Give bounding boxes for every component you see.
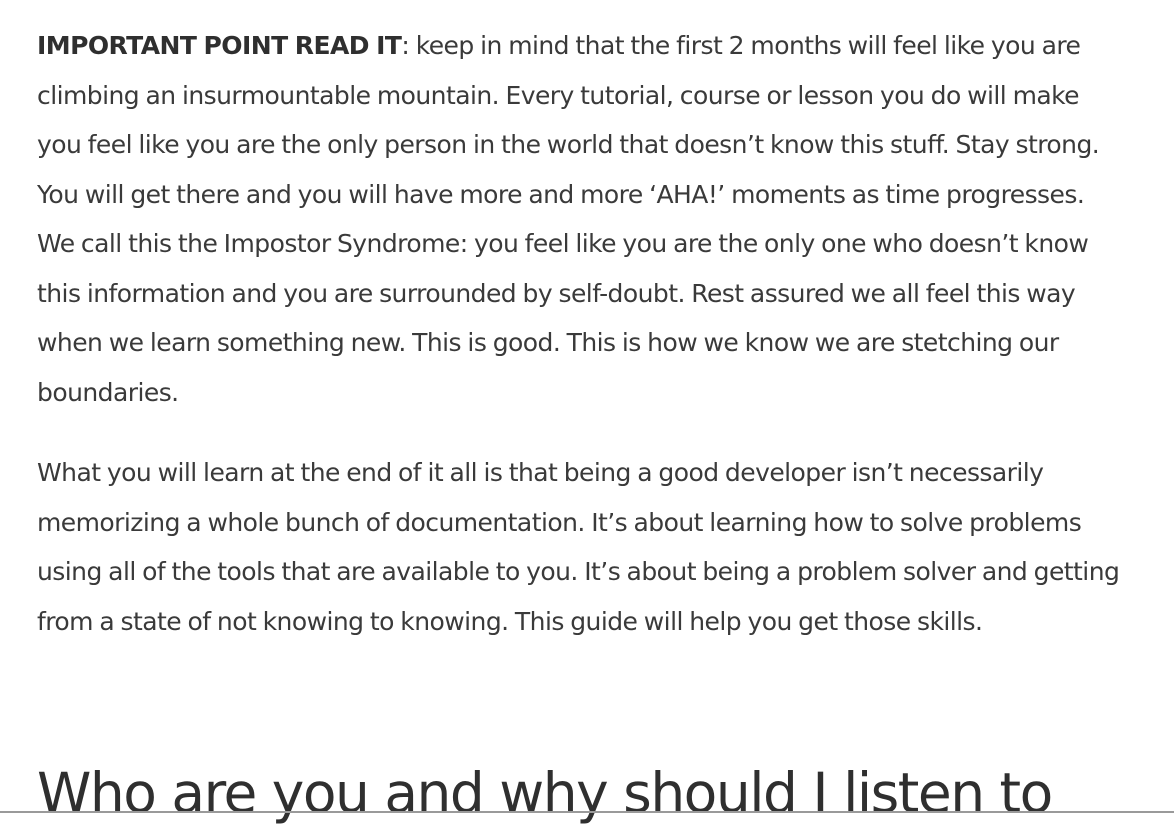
section-heading: Who are you and why should I listen to [37,761,1053,825]
important-point-label: IMPORTANT POINT READ IT [37,31,402,60]
developer-skills-paragraph: What you will learn at the end of it all… [37,458,1120,636]
article-body: IMPORTANT POINT READ IT: keep in mind th… [37,21,1127,646]
important-point-text: : keep in mind that the first 2 months w… [37,31,1100,407]
important-point-paragraph: IMPORTANT POINT READ IT: keep in mind th… [37,21,1127,417]
